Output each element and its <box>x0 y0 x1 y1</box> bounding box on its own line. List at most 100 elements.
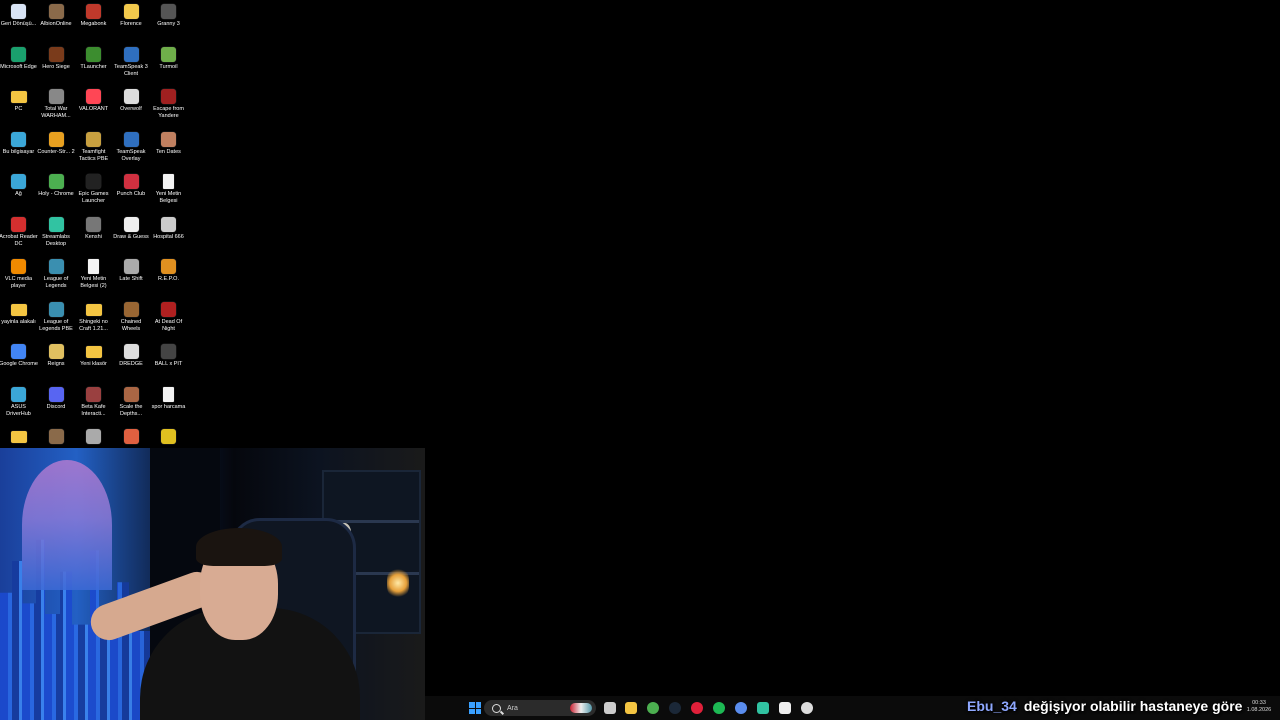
desktop-shortcut-label: Shingeki no Craft 1.21... <box>79 318 108 332</box>
desktop-shortcut[interactable]: Overwolf <box>113 89 150 113</box>
desktop-shortcut-label: Total War WARHAM... <box>41 106 71 119</box>
desktop-shortcut[interactable]: Streamlabs Desktop <box>38 216 75 248</box>
chrome-profile-button[interactable] <box>734 701 748 715</box>
streamlabs-button[interactable] <box>756 701 770 715</box>
desktop-shortcut-label: yayinla alakalı <box>1 318 36 325</box>
desktop-shortcut[interactable]: Holy - Chrome <box>38 174 75 198</box>
desktop-shortcut[interactable]: Counter-Str... 2 <box>37 131 75 156</box>
turmoil-icon <box>161 46 176 62</box>
desktop-shortcut[interactable]: Escape from Yandere <box>150 89 187 120</box>
desktop-shortcut[interactable]: Discord <box>38 386 75 411</box>
desktop-shortcut[interactable]: Geri Dönüşü... <box>0 4 37 28</box>
desktop-shortcut-label: R.E.P.O. <box>158 276 179 282</box>
desktop-shortcut-label: Yeni Metin Belgesi <box>155 191 182 204</box>
desktop-shortcut[interactable] <box>113 429 150 446</box>
desktop-shortcut-label: Scale the Depths... <box>119 403 143 417</box>
desktop-shortcut-label: AlbionOnline <box>40 21 72 27</box>
desktop-shortcut[interactable]: TeamSpeak Overlay <box>113 131 150 163</box>
taskbar-search-box[interactable]: Ara <box>484 700 596 716</box>
desktop-shortcut[interactable]: Total War WARHAM... <box>38 89 75 120</box>
desktop-shortcut-label: Beta Kafe Interacti... <box>81 403 106 417</box>
desktop-shortcut-label: TLauncher <box>80 63 107 70</box>
overwolf-icon <box>123 89 139 104</box>
desktop-shortcut[interactable]: Hospital 666 <box>150 216 187 241</box>
desktop-shortcut-label: Overwolf <box>120 106 142 112</box>
desktop-shortcut[interactable]: Draw & Guess <box>113 216 150 241</box>
desktop-shortcut[interactable]: Yeni Metin Belgesi (2) <box>75 259 112 290</box>
desktop-shortcut-label: VLC media player <box>4 276 33 289</box>
desktop-shortcut[interactable]: Acrobat Reader DC <box>0 216 38 248</box>
desktop-shortcut-label: DREDGE <box>119 361 143 367</box>
spotify-button[interactable] <box>712 701 726 715</box>
start-button[interactable] <box>468 701 482 715</box>
file-explorer-button[interactable] <box>624 701 638 715</box>
draw-guess-icon <box>123 216 139 232</box>
desktop-shortcut[interactable]: VLC media player <box>0 259 37 290</box>
florence-icon <box>123 4 139 19</box>
desktop-shortcut[interactable]: Hero Siege <box>38 46 75 71</box>
desktop-shortcut[interactable]: BALL x PIT <box>150 344 187 368</box>
desktop-icon-grid: Geri Dönüşü... AlbionOnline Megabonk Floren… <box>0 0 190 448</box>
desktop-shortcut[interactable]: Beta Kafe Interacti... <box>75 386 112 418</box>
desktop-shortcut[interactable]: Chained Wheels <box>113 301 150 333</box>
task-view-button[interactable] <box>603 701 617 715</box>
taskbar-clock[interactable]: 00:33 1.08.2026 <box>1242 700 1276 714</box>
desktop-shortcut-label: Yeni Metin Belgesi (2) <box>80 276 107 289</box>
desktop-shortcut-label: BALL x PIT <box>154 361 183 367</box>
desktop-shortcut[interactable]: Microsoft Edge <box>0 46 37 71</box>
desktop-shortcut[interactable]: Ağ <box>0 174 37 198</box>
desktop-shortcut[interactable]: Reigns <box>38 344 75 368</box>
desktop-shortcut[interactable]: R.E.P.O. <box>150 259 187 283</box>
chrome-button[interactable] <box>646 701 660 715</box>
desktop-shortcut[interactable]: Shingeki no Craft 1.21... <box>75 302 112 333</box>
desktop-shortcut[interactable]: yayinla alakalı <box>0 302 37 326</box>
opera-button[interactable] <box>690 701 704 715</box>
desktop-shortcut[interactable]: DREDGE <box>113 344 150 368</box>
capcut-button[interactable] <box>778 701 792 715</box>
desktop-shortcut-label: Punch Club <box>116 191 146 197</box>
desktop-shortcut[interactable]: ASUS DriverHub <box>0 386 37 418</box>
desktop-shortcut[interactable]: VALORANT <box>75 89 112 113</box>
desktop-shortcut[interactable]: League of Legends PBE <box>38 301 75 333</box>
steam-button[interactable] <box>668 701 682 715</box>
search-placeholder: Ara <box>507 704 518 712</box>
desktop-shortcut[interactable]: Teamfight Tactics PBE <box>75 131 112 163</box>
desktop-shortcut[interactable]: spor harcama <box>150 386 187 411</box>
desktop-shortcut[interactable]: League of Legends <box>38 259 75 290</box>
desktop-shortcut-label: Bu bilgisayar <box>2 148 35 155</box>
desktop-shortcut[interactable] <box>150 429 187 446</box>
desktop-shortcut[interactable]: Megabonk <box>75 4 112 28</box>
desktop-shortcut[interactable]: Late Shift <box>113 259 150 283</box>
desktop-shortcut[interactable]: TeamSpeak 3 Client <box>113 46 150 78</box>
desktop-shortcut[interactable]: Kenshi <box>75 216 112 241</box>
dredge-icon <box>123 344 139 359</box>
desktop-shortcut[interactable]: Yeni klasör <box>75 344 112 368</box>
desktop-shortcut[interactable]: Bu bilgisayar <box>0 131 37 156</box>
folder-icon <box>85 346 102 358</box>
network-icon <box>11 174 26 189</box>
desktop-shortcut-label: League of Legends PBE <box>39 318 73 332</box>
counter-strike-icon <box>48 131 64 147</box>
desktop-shortcut[interactable]: Epic Games Launcher <box>75 174 112 205</box>
desktop-shortcut[interactable]: Google Chrome <box>0 344 38 368</box>
desktop-shortcut[interactable]: Punch Club <box>113 174 150 198</box>
desktop-shortcut[interactable] <box>0 429 37 446</box>
desktop-shortcut[interactable] <box>75 429 112 446</box>
folder-icon <box>10 91 27 103</box>
desktop-shortcut[interactable]: PC <box>0 89 37 113</box>
desktop-shortcut[interactable]: At Dead Of Night <box>150 301 187 333</box>
chrome-icon <box>735 702 747 714</box>
desktop-shortcut[interactable]: TLauncher <box>75 46 112 71</box>
media-player-button[interactable] <box>800 701 814 715</box>
desktop-shortcut[interactable]: AlbionOnline <box>38 4 75 28</box>
desktop-shortcut[interactable]: Florence <box>113 4 150 28</box>
steam-icon <box>669 702 681 714</box>
desktop-shortcut[interactable]: Yeni Metin Belgesi <box>150 174 187 205</box>
desktop-shortcut[interactable]: Ten Dates <box>150 131 187 156</box>
desktop-shortcut[interactable]: Granny 3 <box>150 4 187 28</box>
desktop-shortcut-label: Reigns <box>47 361 65 367</box>
desktop-shortcut[interactable]: Turmoil <box>150 46 187 71</box>
desktop-shortcut[interactable]: Scale the Depths... <box>113 386 150 418</box>
desktop-shortcut[interactable] <box>38 429 75 446</box>
opera-icon <box>691 702 703 714</box>
